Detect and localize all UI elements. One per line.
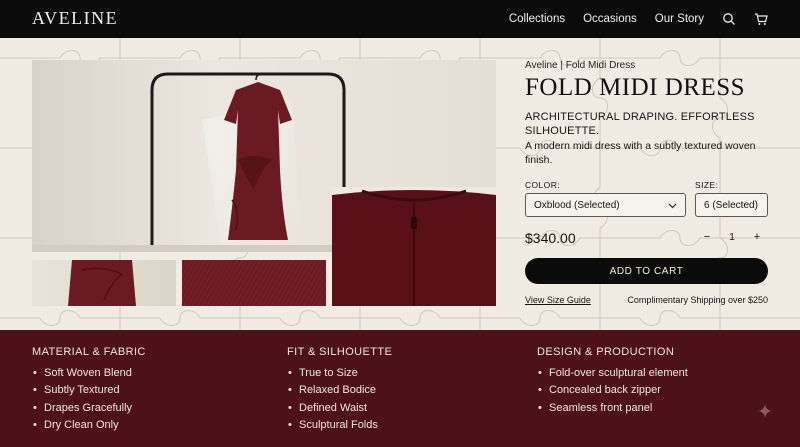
sparkle-icon [758,404,772,418]
nav-collections[interactable]: Collections [509,13,565,25]
color-label: COLOR: [525,180,560,190]
quantity-increase-button[interactable]: + [750,231,764,243]
feature-column-fit: FIT & SILHOUETTE True to Size Relaxed Bo… [287,346,392,434]
brand-logo[interactable]: AVELINE [32,8,118,29]
list-item: Drapes Gracefully [32,400,146,418]
chevron-down-icon [668,203,677,209]
features-section: MATERIAL & FABRIC Soft Woven Blend Subtl… [0,330,800,447]
nav-our-story[interactable]: Our Story [655,13,704,25]
site-header: AVELINE Collections Occasions Our Story [0,0,800,38]
feature-title: FIT & SILHOUETTE [287,346,393,358]
list-item: Dry Clean Only [32,417,146,435]
product-thumbnail-2[interactable] [182,260,326,306]
breadcrumb: Aveline | Fold Midi Dress [525,60,636,71]
product-title: FOLD MIDI DRESS [525,74,746,101]
size-guide-link[interactable]: View Size Guide [525,295,591,305]
search-icon[interactable] [722,12,736,26]
color-select[interactable]: Oxblood (Selected) [525,193,686,217]
product-thumbnail-3[interactable] [332,187,496,306]
list-item: Relaxed Bodice [287,382,392,400]
size-select[interactable]: 6 (Selected) [695,193,768,217]
shipping-note: Complimentary Shipping over $250 [627,295,768,305]
list-item: True to Size [287,365,392,383]
add-to-cart-button[interactable]: ADD TO CART [525,258,768,284]
list-item: Concealed back zipper [537,382,688,400]
list-item: Sculptural Folds [287,417,392,435]
quantity-decrease-button[interactable]: − [700,231,714,243]
nav-occasions[interactable]: Occasions [583,13,637,25]
feature-title: MATERIAL & FABRIC [32,346,146,358]
feature-column-design: DESIGN & PRODUCTION Fold-over sculptural… [537,346,688,417]
size-select-value: 6 (Selected) [704,199,758,211]
list-item: Defined Waist [287,400,392,418]
cart-icon[interactable] [754,12,768,26]
quantity-value[interactable]: 1 [714,232,750,243]
list-item: Soft Woven Blend [32,365,146,383]
feature-column-material: MATERIAL & FABRIC Soft Woven Blend Subtl… [32,346,146,434]
product-price: $340.00 [525,230,576,246]
list-item: Subtly Textured [32,382,146,400]
color-select-value: Oxblood (Selected) [534,199,620,211]
feature-title: DESIGN & PRODUCTION [537,346,675,358]
product-subtitle: ARCHITECTURAL DRAPING. EFFORTLESS SILHOU… [525,111,755,137]
list-item: Seamless front panel [537,400,688,418]
list-item: Fold-over sculptural element [537,365,688,383]
quantity-stepper: − 1 + [700,231,764,243]
main-nav: Collections Occasions Our Story [491,0,768,38]
product-thumbnail-1[interactable] [32,260,176,306]
product-description: A modern midi dress with a subtly textur… [525,140,756,166]
size-label: SIZE: [695,180,719,190]
